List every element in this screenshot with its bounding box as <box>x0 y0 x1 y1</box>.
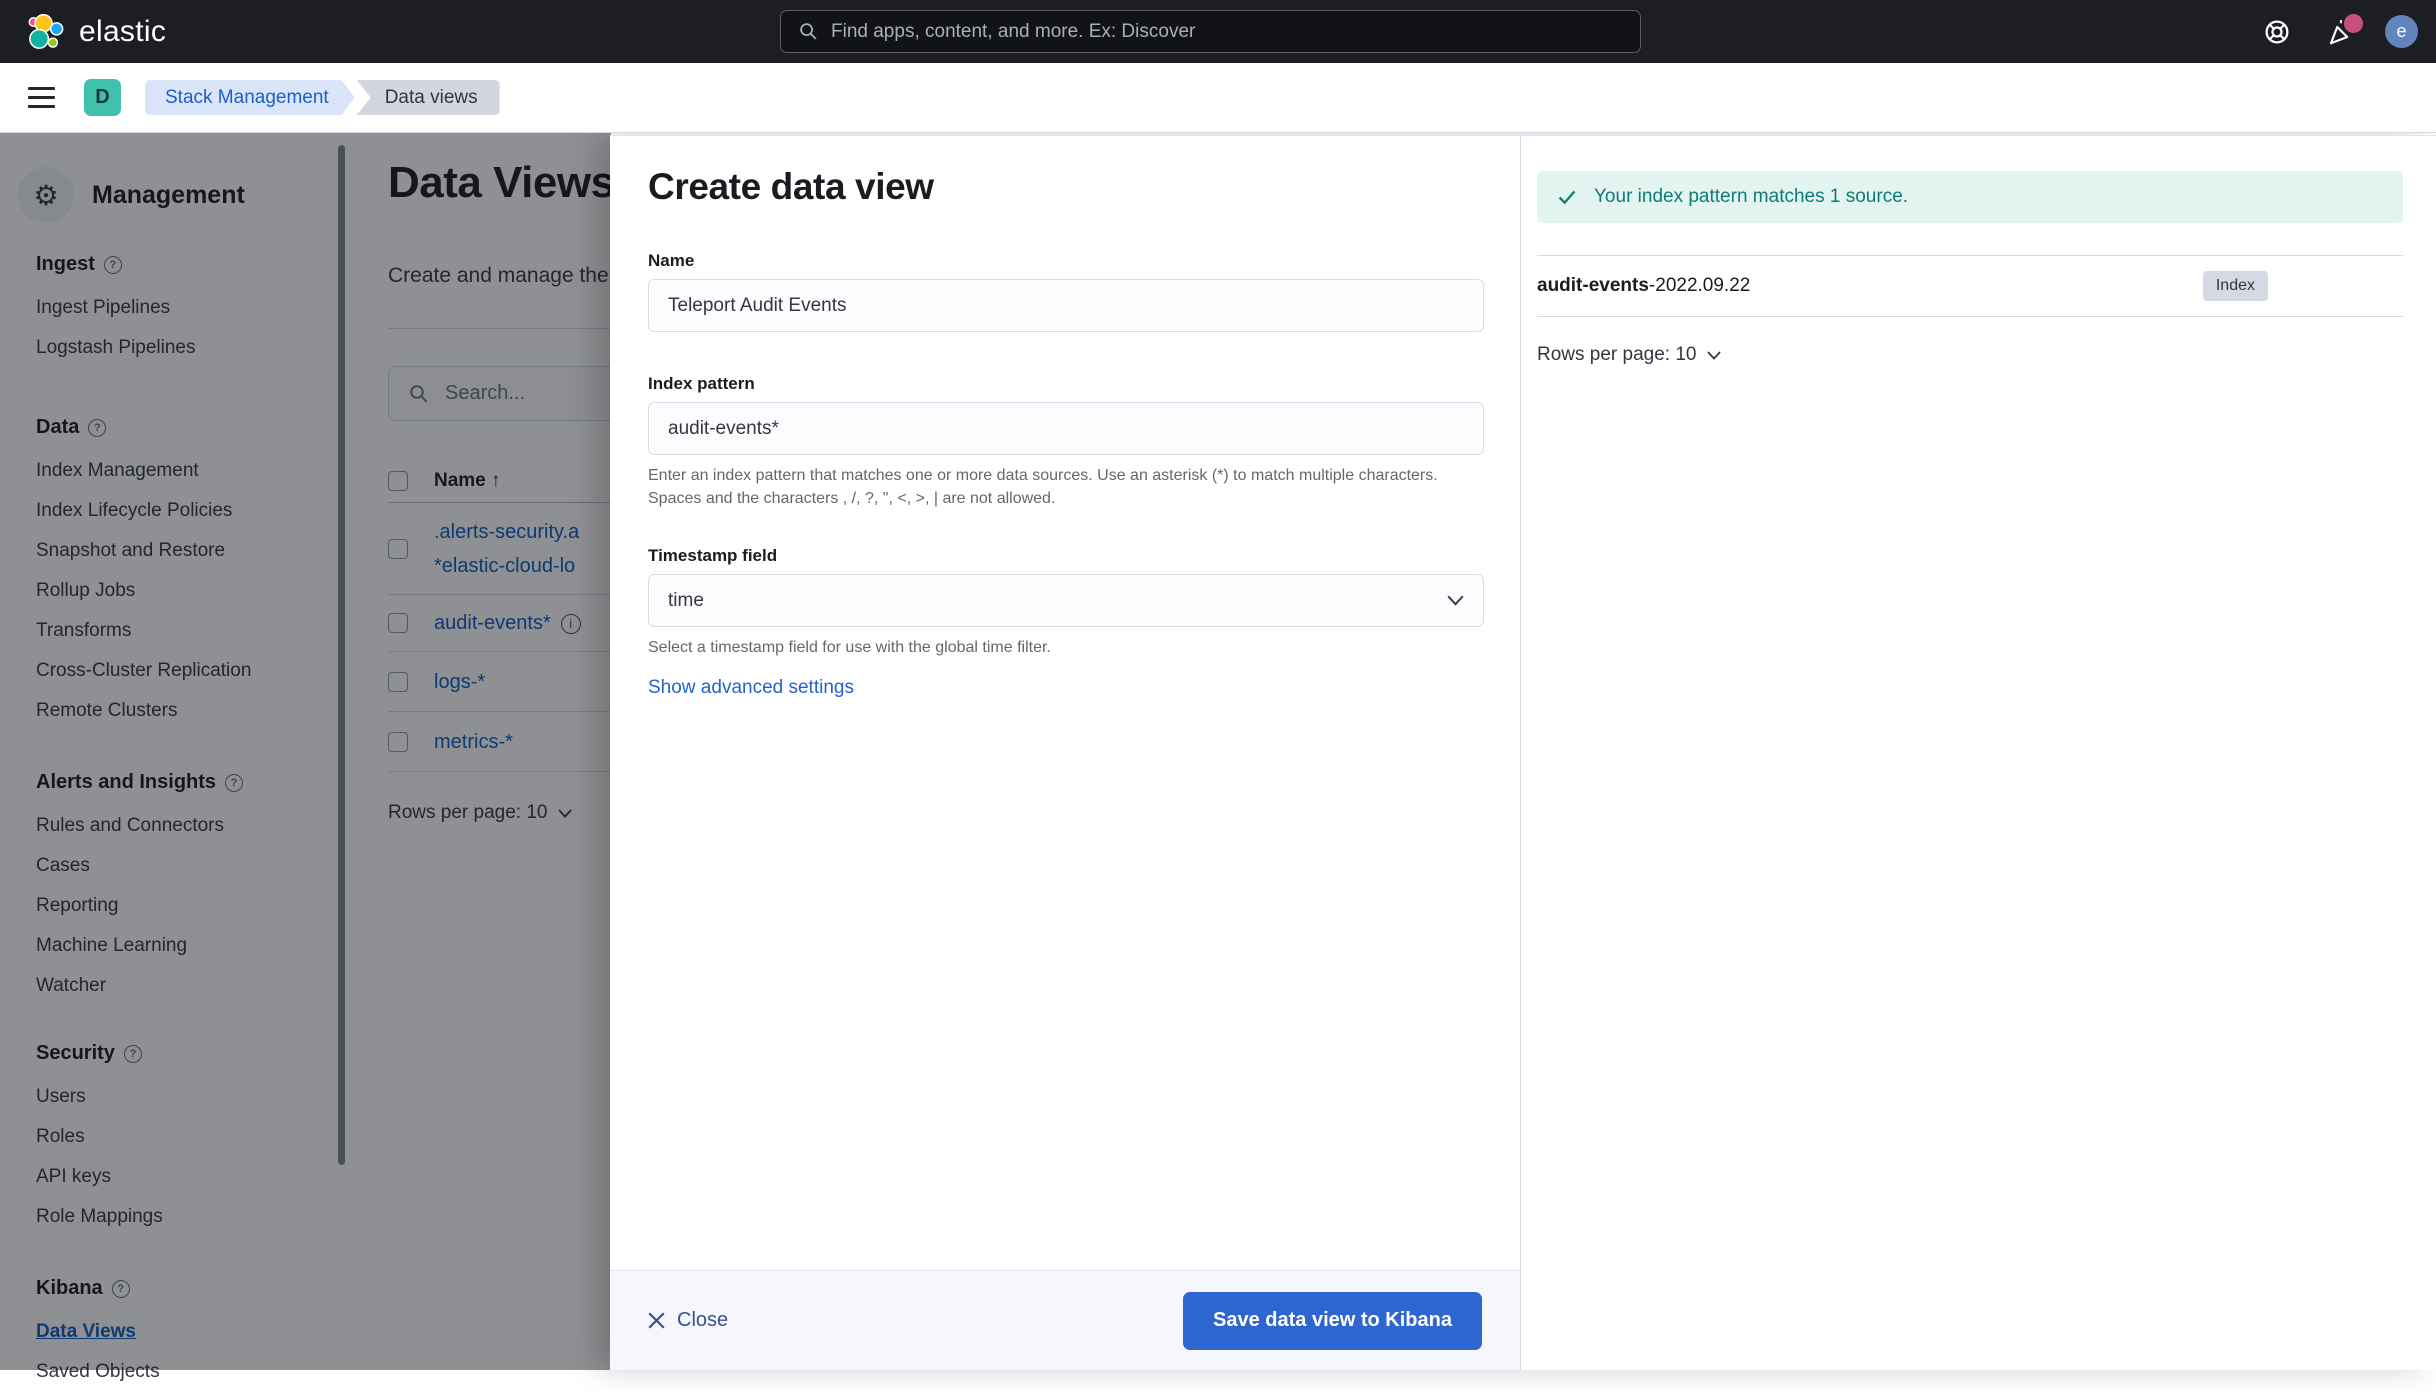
global-search-input[interactable]: Find apps, content, and more. Ex: Discov… <box>780 10 1641 53</box>
success-callout: Your index pattern matches 1 source. <box>1537 171 2403 223</box>
flyout-title: Create data view <box>648 166 934 207</box>
elastic-logo[interactable]: elastic <box>0 12 166 52</box>
index-pattern-help-text: Enter an index pattern that matches one … <box>648 467 1438 507</box>
logo-wordmark: elastic <box>79 14 167 48</box>
close-button[interactable]: Close <box>648 1309 728 1332</box>
preview-rows-per-page-control[interactable]: Rows per page: 10 <box>1537 344 2403 366</box>
index-badge: Index <box>2202 271 2268 301</box>
notification-dot <box>2344 13 2363 33</box>
create-data-view-flyout: Create data view Name Teleport Audit Eve… <box>610 135 2436 1370</box>
name-field-value: Teleport Audit Events <box>668 294 847 316</box>
save-data-view-button[interactable]: Save data view to Kibana <box>1183 1291 1482 1350</box>
user-avatar[interactable]: e <box>2385 15 2418 48</box>
flyout-form-pane: Create data view Name Teleport Audit Eve… <box>610 136 1521 1370</box>
app-header: elastic Find apps, content, and more. Ex… <box>0 0 2436 63</box>
timestamp-select[interactable]: time <box>648 574 1484 627</box>
breadcrumb-data-views: Data views <box>356 80 500 115</box>
name-label: Name <box>648 251 695 270</box>
flyout-footer: Close Save data view to Kibana <box>610 1270 1520 1370</box>
global-search-placeholder: Find apps, content, and more. Ex: Discov… <box>831 20 1196 42</box>
deployment-badge[interactable]: D <box>84 79 121 116</box>
newsfeed-icon[interactable] <box>2321 12 2363 52</box>
close-label: Close <box>677 1309 729 1331</box>
search-icon <box>800 23 817 40</box>
timestamp-label: Timestamp field <box>648 546 778 565</box>
timestamp-help-text: Select a timestamp field for use with th… <box>648 639 1051 656</box>
chevron-down-icon <box>1447 595 1464 606</box>
close-icon <box>648 1312 665 1329</box>
name-field[interactable]: Teleport Audit Events <box>648 279 1484 332</box>
matched-source-name: audit-events-2022.09.22 <box>1537 275 1751 296</box>
help-icon[interactable] <box>2257 12 2297 52</box>
breadcrumb: Stack Management Data views <box>145 80 500 115</box>
flyout-preview-pane: Your index pattern matches 1 source. aud… <box>1521 136 2436 1370</box>
matched-source-row: audit-events-2022.09.22 Index <box>1537 256 2403 317</box>
menu-hamburger-icon[interactable] <box>28 78 68 118</box>
avatar-initial: e <box>2396 21 2407 41</box>
chevron-down-icon <box>1706 350 1721 360</box>
index-pattern-field[interactable]: audit-events* <box>648 402 1484 455</box>
breadcrumb-stack-management[interactable]: Stack Management <box>145 80 355 115</box>
timestamp-value: time <box>668 589 704 611</box>
elastic-logo-icon <box>28 13 64 49</box>
index-pattern-value: audit-events* <box>668 417 779 439</box>
preview-rows-per-page-label: Rows per page: 10 <box>1537 344 1697 365</box>
breadcrumb-bar: D Stack Management Data views <box>0 63 2436 133</box>
overlay-mask <box>0 133 611 1370</box>
index-pattern-label: Index pattern <box>648 374 755 393</box>
success-callout-text: Your index pattern matches 1 source. <box>1594 186 1909 207</box>
check-icon <box>1558 190 1576 205</box>
show-advanced-settings-link[interactable]: Show advanced settings <box>648 677 854 699</box>
deployment-initial: D <box>95 86 110 108</box>
